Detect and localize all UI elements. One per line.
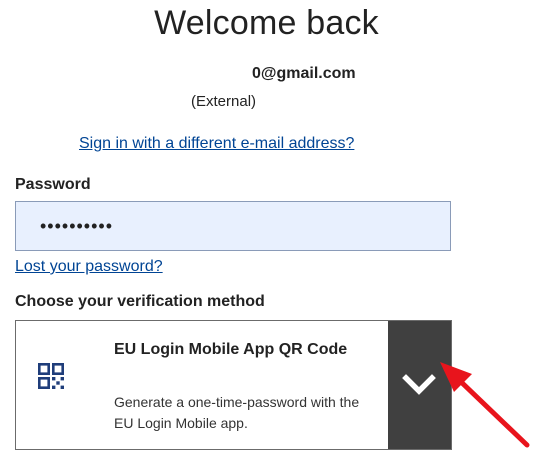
different-email-link[interactable]: Sign in with a different e-mail address? [79,135,354,153]
user-email: 0@gmail.com [252,65,356,82]
account-type: (External) [191,93,257,110]
chevron-down-icon [402,374,436,395]
qr-code-icon [37,362,64,389]
page-title: Welcome back [154,4,379,42]
lost-password-link[interactable]: Lost your password? [15,258,163,276]
dropdown-toggle-button[interactable] [388,321,451,449]
password-input[interactable] [15,201,451,251]
method-description: Generate a one-time-password with the EU… [114,394,360,431]
password-label: Password [15,176,91,193]
method-title: EU Login Mobile App QR Code [114,341,348,358]
verification-method-label: Choose your verification method [15,293,265,310]
verification-method-select[interactable]: EU Login Mobile App QR Code Generate a o… [15,320,452,450]
